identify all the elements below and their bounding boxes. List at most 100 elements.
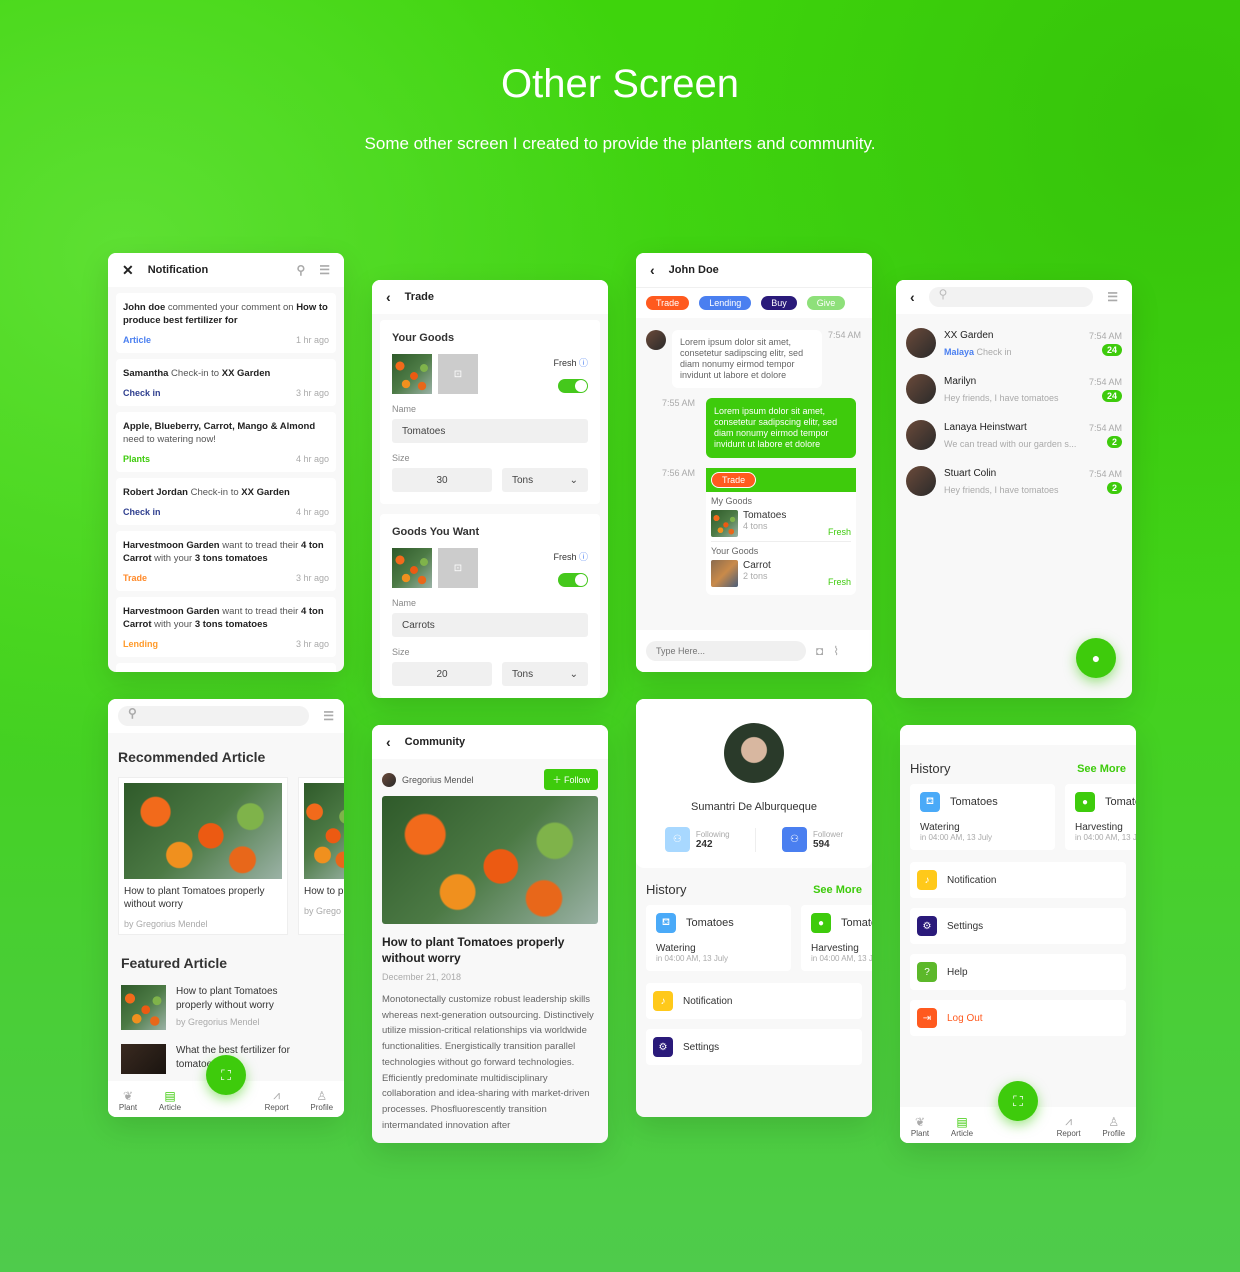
text-part: XX Garden [221, 368, 271, 379]
filter-tag-trade[interactable]: Trade [646, 296, 690, 310]
close-icon[interactable]: ✕ [122, 262, 134, 279]
article-author: by Grego [304, 906, 342, 916]
message-bubble-own: Lorem ipsum dolor sit amet, consetetur s… [706, 398, 856, 458]
text-part: commented your comment on [165, 302, 297, 313]
history-card[interactable]: ● Tomatoes Harvestingin 04:00 AM, 13 July [1065, 784, 1136, 850]
fresh-label: Fresh [827, 577, 851, 587]
search-input[interactable]: ⚲ [928, 287, 1094, 307]
filter-tag-give[interactable]: Give [806, 296, 846, 310]
notification-tag[interactable]: Check in [123, 388, 161, 398]
follow-label: Follow [563, 775, 590, 785]
menu-logout[interactable]: ⇥ Log Out [910, 1000, 1126, 1036]
info-icon[interactable]: ⓘ [579, 358, 588, 368]
conversation-item[interactable]: Marilyn Hey friends, I have tomatoes 7:54 … [896, 366, 1132, 412]
notification-tag[interactable]: Check in [123, 507, 161, 517]
unit-select[interactable]: Tons ⌄ [502, 468, 588, 492]
notification-item[interactable]: Apple, Blueberry, Carrot, Mango & Almond… [116, 412, 336, 472]
notification-tag[interactable]: Article [123, 335, 151, 345]
last-message: Hey friends, I have tomatoes [944, 393, 1081, 403]
follower-icon: ⚇ [781, 827, 807, 852]
nav-report[interactable]: ⩘ Report [1057, 1114, 1081, 1138]
menu-label: Settings [947, 920, 984, 932]
conversation-item[interactable]: Stuart Colin Hey friends, I have tomatoes… [896, 458, 1132, 504]
message-bubble: Lorem ipsum dolor sit amet, consetetur s… [672, 330, 822, 388]
notification-item[interactable]: Robert Jordan Check-in to XX Garden [116, 663, 336, 672]
size-field[interactable]: 30 [392, 468, 492, 492]
nav-plant[interactable]: ❦ Plant [119, 1089, 137, 1112]
nav-plant[interactable]: ❦ Plant [911, 1115, 929, 1138]
filter-icon[interactable]: ☰ [319, 263, 330, 277]
article-card[interactable]: How to plant without worry by Grego [298, 777, 344, 935]
notification-tag[interactable]: Lending [123, 639, 158, 649]
history-card[interactable]: ● Tomatoes Harvestingin 04:00 AM, 13 July [801, 905, 872, 971]
notification-item[interactable]: Robert Jordan Check-in to XX Garden Check… [116, 478, 336, 525]
camera-icon[interactable]: ◘ [816, 644, 823, 658]
unit-select[interactable]: Tons ⌄ [502, 662, 588, 686]
conversation-item[interactable]: XX Garden Malaya Check in 7:54 AM 24 [896, 320, 1132, 366]
filter-tag-buy[interactable]: Buy [761, 296, 797, 310]
follow-button[interactable]: ＋ Follow [544, 769, 598, 790]
message-input[interactable] [646, 641, 806, 661]
article-body: Monotonectally customize robust leadersh… [382, 994, 594, 1131]
nav-profile[interactable]: ♙ Profile [1102, 1115, 1125, 1138]
menu-label: Notification [683, 995, 733, 1007]
trade-screen: ‹ Trade Your Goods ⊡ Fresh ⓘ Name Tomatoe… [372, 280, 608, 698]
menu-settings[interactable]: ⚙ Settings [910, 908, 1126, 944]
scan-button[interactable]: ⛶ [998, 1081, 1038, 1121]
goods-qty: 4 tons [743, 521, 768, 531]
nav-article[interactable]: ▤ Article [951, 1115, 973, 1138]
history-card[interactable]: ⛾ Tomatoes Watering in 04:00 AM, 13 July [646, 905, 791, 971]
add-photo-button[interactable]: ⊡ [438, 354, 478, 394]
see-more-link[interactable]: See More [1077, 763, 1126, 775]
name-field[interactable]: Carrots [392, 613, 588, 637]
notification-tag[interactable]: Plants [123, 454, 150, 464]
message-time: 7:56 AM [662, 468, 696, 478]
menu-settings[interactable]: ⚙ Settings [646, 1029, 862, 1065]
back-icon[interactable]: ‹ [386, 289, 391, 305]
notification-tag[interactable]: Trade [123, 573, 147, 583]
new-chat-button[interactable]: ● [1076, 638, 1116, 678]
fresh-toggle[interactable] [558, 572, 588, 587]
nav-report[interactable]: ⩘ Report [265, 1088, 289, 1112]
filter-tag-lending[interactable]: Lending [699, 296, 752, 310]
size-field[interactable]: 20 [392, 662, 492, 686]
featured-item[interactable]: How to plant Tomatoes properly without w… [108, 985, 344, 1030]
unread-badge: 24 [1101, 343, 1122, 356]
contact-name: Stuart Colin [944, 467, 997, 479]
fresh-toggle[interactable] [558, 378, 588, 393]
article-date: December 21, 2018 [382, 972, 462, 982]
notification-item[interactable]: Harvestmoon Garden want to tread their 4… [116, 597, 336, 657]
nav-profile[interactable]: ♙ Profile [310, 1089, 333, 1112]
nav-article[interactable]: ▤ Article [159, 1089, 181, 1112]
see-more-link[interactable]: See More [813, 884, 862, 896]
back-icon[interactable]: ‹ [386, 734, 391, 750]
attachment-icon[interactable]: ⌇ [833, 644, 839, 658]
name-field[interactable]: Tomatoes [392, 419, 588, 443]
article-author: by Gregorius Mendel [176, 1017, 260, 1027]
history-card[interactable]: ⛾ Tomatoes Watering in 04:00 AM, 13 July [910, 784, 1055, 850]
search-input[interactable]: ⚲ [118, 706, 310, 726]
notification-item[interactable]: Harvestmoon Garden want to tread their 4… [116, 531, 336, 591]
notification-item[interactable]: John doe commented your comment on How t… [116, 293, 336, 353]
conversation-item[interactable]: Lanaya Heinstwart We can tread with our g… [896, 412, 1132, 458]
notification-text: Apple, Blueberry, Carrot, Mango & Almond… [123, 420, 329, 446]
nav-label: Profile [1102, 1129, 1126, 1138]
plant-name: Tomatoes [950, 796, 998, 808]
search-icon[interactable]: ⚲ [296, 263, 305, 277]
menu-help[interactable]: ? Help [910, 954, 1126, 990]
notification-item[interactable]: Samantha Check-in to XX Garden Check in 3 … [116, 359, 336, 406]
filter-icon[interactable]: ☰ [323, 709, 334, 723]
menu-notification[interactable]: ♪ Notification [910, 862, 1126, 898]
trade-card[interactable]: Trade My Goods Tomatoes 4 tons Fresh Your … [706, 468, 856, 595]
back-icon[interactable]: ‹ [910, 289, 915, 305]
menu-notification[interactable]: ♪ Notification [646, 983, 862, 1019]
back-icon[interactable]: ‹ [650, 262, 655, 278]
info-icon[interactable]: ⓘ [579, 552, 588, 562]
add-photo-button[interactable]: ⊡ [438, 548, 478, 588]
unit-value: Tons [512, 668, 534, 680]
text-part: want to tread their [219, 606, 301, 617]
filter-icon[interactable]: ☰ [1107, 290, 1118, 304]
article-card[interactable]: How to plant Tomatoes properly without w… [118, 777, 288, 935]
message-time: 7:54 AM [1088, 468, 1122, 479]
scan-button[interactable]: ⛶ [206, 1055, 246, 1095]
